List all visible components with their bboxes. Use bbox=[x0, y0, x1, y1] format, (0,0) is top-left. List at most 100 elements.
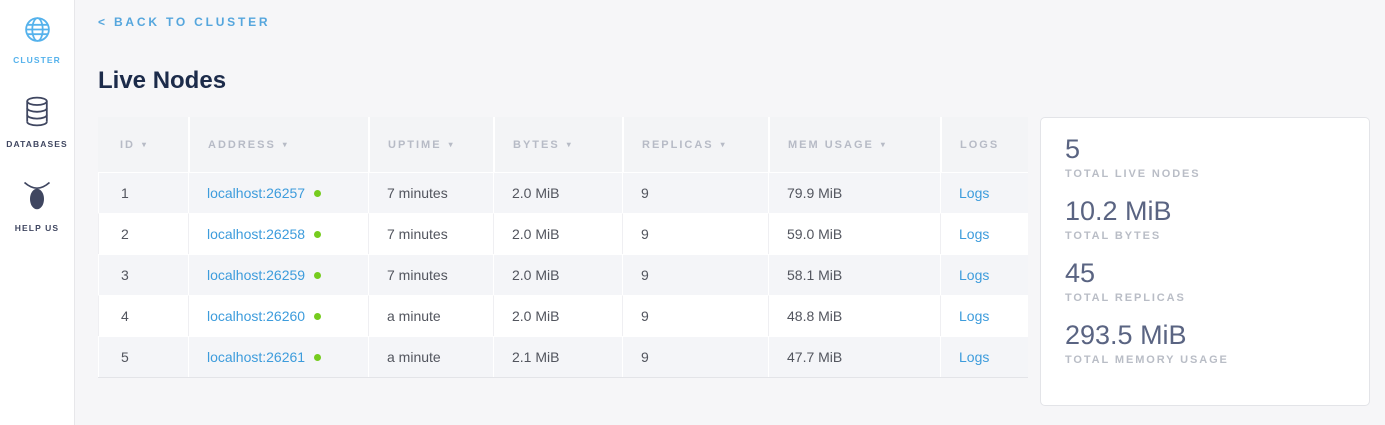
table-row: 5 localhost:26261 a minute2.1 MiB947.7 MiB… bbox=[98, 336, 1028, 377]
cell-bytes: 2.0 MiB bbox=[493, 254, 622, 295]
cell-replicas: 9 bbox=[622, 213, 768, 254]
cell-address: localhost:26259 bbox=[188, 254, 368, 295]
cell-logs: Logs bbox=[940, 254, 1028, 295]
cell-address: localhost:26260 bbox=[188, 295, 368, 336]
column-header-label: BYTES bbox=[513, 139, 560, 151]
main-content: < BACK TO CLUSTER Live Nodes ID▾ADDRESS▾… bbox=[76, 0, 1385, 406]
column-header-logs: LOGS bbox=[940, 117, 1028, 172]
summary-stat-label: TOTAL LIVE NODES bbox=[1065, 168, 1351, 180]
sidebar-item-label: HELP US bbox=[15, 223, 59, 233]
cell-logs: Logs bbox=[940, 213, 1028, 254]
node-address-link[interactable]: localhost:26257 bbox=[207, 185, 305, 201]
column-header-label: ADDRESS bbox=[208, 139, 276, 151]
cell-uptime: a minute bbox=[368, 336, 493, 377]
back-to-cluster-link[interactable]: < BACK TO CLUSTER bbox=[98, 15, 270, 29]
node-logs-link[interactable]: Logs bbox=[959, 185, 989, 201]
sort-arrow-icon: ▾ bbox=[449, 140, 455, 149]
cell-replicas: 9 bbox=[622, 254, 768, 295]
column-header-label: ID bbox=[120, 139, 135, 151]
column-header-id[interactable]: ID▾ bbox=[98, 117, 188, 172]
cell-id: 4 bbox=[98, 295, 188, 336]
sidebar-item-databases[interactable]: DATABASES bbox=[6, 96, 68, 149]
sidebar-item-label: CLUSTER bbox=[13, 55, 61, 65]
table-row: 1 localhost:26257 7 minutes2.0 MiB979.9 Mi… bbox=[98, 172, 1028, 213]
sidebar: CLUSTER DATABASES HELP US bbox=[0, 0, 75, 425]
cell-address: localhost:26261 bbox=[188, 336, 368, 377]
globe-icon bbox=[24, 16, 51, 48]
sidebar-item-help-us[interactable]: HELP US bbox=[15, 180, 59, 233]
cell-uptime: 7 minutes bbox=[368, 254, 493, 295]
cell-bytes: 2.0 MiB bbox=[493, 213, 622, 254]
cell-logs: Logs bbox=[940, 336, 1028, 377]
column-header-bytes[interactable]: BYTES ▾ bbox=[493, 117, 622, 172]
sort-arrow-icon: ▾ bbox=[721, 140, 727, 149]
node-address-link[interactable]: localhost:26260 bbox=[207, 308, 305, 324]
cell-address: localhost:26258 bbox=[188, 213, 368, 254]
content-row: ID▾ADDRESS▾UPTIME▾BYTES▾REPLICAS▾MEM USA… bbox=[98, 117, 1385, 406]
cell-bytes: 2.0 MiB bbox=[493, 172, 622, 213]
node-address-link[interactable]: localhost:26259 bbox=[207, 267, 305, 283]
sidebar-item-label: DATABASES bbox=[6, 139, 68, 149]
page-title: Live Nodes bbox=[98, 67, 1385, 95]
cell-uptime: a minute bbox=[368, 295, 493, 336]
column-header-mem_usage[interactable]: MEM USAGE ▾ bbox=[768, 117, 940, 172]
summary-stat-value: 45 bbox=[1065, 257, 1351, 289]
node-logs-link[interactable]: Logs bbox=[959, 226, 989, 242]
summary-stat: 10.2 MiB TOTAL BYTES bbox=[1065, 195, 1351, 242]
summary-stat-value: 293.5 MiB bbox=[1065, 319, 1351, 351]
bug-icon bbox=[22, 180, 52, 216]
summary-stat-value: 10.2 MiB bbox=[1065, 195, 1351, 227]
cell-logs: Logs bbox=[940, 172, 1028, 213]
cell-uptime: 7 minutes bbox=[368, 172, 493, 213]
node-live-status-dot bbox=[314, 272, 321, 279]
table-row: 3 localhost:26259 7 minutes2.0 MiB958.1 Mi… bbox=[98, 254, 1028, 295]
cell-logs: Logs bbox=[940, 295, 1028, 336]
node-live-status-dot bbox=[314, 231, 321, 238]
summary-panel: 5 TOTAL LIVE NODES 10.2 MiB TOTAL BYTES 45 TO… bbox=[1040, 117, 1370, 406]
node-live-status-dot bbox=[314, 354, 321, 361]
sort-arrow-icon: ▾ bbox=[881, 140, 887, 149]
summary-stat-label: TOTAL MEMORY USAGE bbox=[1065, 354, 1351, 366]
node-logs-link[interactable]: Logs bbox=[959, 308, 989, 324]
cell-id: 2 bbox=[98, 213, 188, 254]
cell-mem_usage: 47.7 MiB bbox=[768, 336, 940, 377]
cell-mem_usage: 79.9 MiB bbox=[768, 172, 940, 213]
node-live-status-dot bbox=[314, 190, 321, 197]
cell-id: 3 bbox=[98, 254, 188, 295]
summary-stat: 5 TOTAL LIVE NODES bbox=[1065, 133, 1351, 180]
column-header-uptime[interactable]: UPTIME▾ bbox=[368, 117, 493, 172]
column-header-label: REPLICAS bbox=[642, 139, 714, 151]
summary-stat-label: TOTAL REPLICAS bbox=[1065, 292, 1351, 304]
cell-mem_usage: 58.1 MiB bbox=[768, 254, 940, 295]
table-row: 2localhost:262587 minutes2.0 MiB959.0 Mi… bbox=[98, 213, 1028, 254]
cell-mem_usage: 59.0 MiB bbox=[768, 213, 940, 254]
node-logs-link[interactable]: Logs bbox=[959, 267, 989, 283]
table-header-row: ID▾ADDRESS▾UPTIME▾BYTES▾REPLICAS▾MEM USA… bbox=[98, 117, 1028, 172]
summary-stat: 293.5 MiB TOTAL MEMORY USAGE bbox=[1065, 319, 1351, 366]
summary-stat-value: 5 bbox=[1065, 133, 1351, 165]
node-logs-link[interactable]: Logs bbox=[959, 349, 989, 365]
cell-replicas: 9 bbox=[622, 295, 768, 336]
summary-stat: 45 TOTAL REPLICAS bbox=[1065, 257, 1351, 304]
column-header-label: LOGS bbox=[960, 139, 999, 151]
summary-stat-label: TOTAL BYTES bbox=[1065, 230, 1351, 242]
cell-address: localhost:26257 bbox=[188, 172, 368, 213]
cell-replicas: 9 bbox=[622, 172, 768, 213]
node-address-link[interactable]: localhost:26258 bbox=[207, 226, 305, 242]
column-header-address[interactable]: ADDRESS ▾ bbox=[188, 117, 368, 172]
live-nodes-table: ID▾ADDRESS▾UPTIME▾BYTES▾REPLICAS▾MEM USA… bbox=[98, 117, 1028, 378]
sort-arrow-icon: ▾ bbox=[283, 140, 289, 149]
node-address-link[interactable]: localhost:26261 bbox=[207, 349, 305, 365]
column-header-label: MEM USAGE bbox=[788, 139, 874, 151]
cell-id: 5 bbox=[98, 336, 188, 377]
sidebar-item-cluster[interactable]: CLUSTER bbox=[13, 16, 61, 65]
cell-replicas: 9 bbox=[622, 336, 768, 377]
node-live-status-dot bbox=[314, 313, 321, 320]
sort-arrow-icon: ▾ bbox=[567, 140, 573, 149]
cell-bytes: 2.1 MiB bbox=[493, 336, 622, 377]
cell-bytes: 2.0 MiB bbox=[493, 295, 622, 336]
column-header-replicas[interactable]: REPLICAS ▾ bbox=[622, 117, 768, 172]
cell-id: 1 bbox=[98, 172, 188, 213]
table-row: 4localhost:26260a minute2.0 MiB948.8 MiB… bbox=[98, 295, 1028, 336]
database-icon bbox=[24, 96, 50, 132]
